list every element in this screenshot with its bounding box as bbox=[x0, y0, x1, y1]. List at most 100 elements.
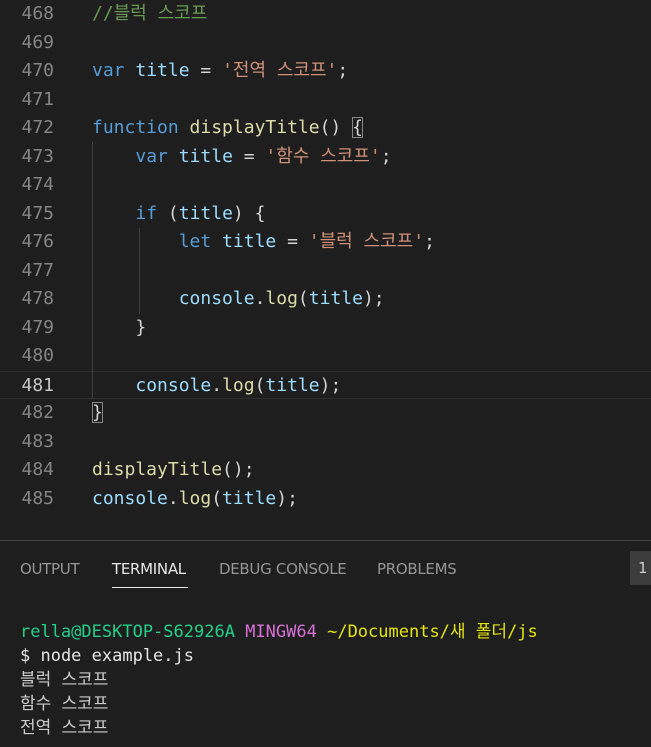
line-content: console.log(title); bbox=[92, 485, 298, 514]
line-number: 482 bbox=[21, 402, 54, 423]
tab-debug-console[interactable]: DEBUG CONSOLE bbox=[219, 560, 347, 578]
prompt-user: rella@DESKTOP-S62926A bbox=[20, 622, 235, 642]
bottom-panel: OUTPUT TERMINAL DEBUG CONSOLE PROBLEMS 1… bbox=[0, 540, 651, 747]
code-token: ); bbox=[276, 487, 298, 509]
code-token: = bbox=[232, 145, 266, 167]
code-token: //블럭 스코프 bbox=[92, 3, 208, 24]
code-line[interactable]: 471 bbox=[0, 86, 651, 115]
code-token: ); bbox=[319, 374, 342, 396]
code-token: ( bbox=[297, 288, 309, 309]
code-line[interactable]: 470 var title = '전역 스코프'; bbox=[0, 57, 651, 86]
line-number: 471 bbox=[21, 88, 54, 110]
line-content: //블럭 스코프 bbox=[92, 0, 207, 29]
line-number: 480 bbox=[21, 345, 54, 366]
line-number: 468 bbox=[21, 3, 54, 24]
line-content: } bbox=[92, 314, 146, 343]
code-token: . bbox=[211, 374, 223, 396]
line-content: console.log(title); bbox=[92, 285, 385, 314]
line-number: 479 bbox=[21, 316, 54, 338]
code-token: ; bbox=[424, 231, 435, 252]
code-token: title bbox=[308, 288, 363, 309]
code-token: console bbox=[178, 288, 255, 309]
line-number: 485 bbox=[21, 487, 54, 509]
code-token: = bbox=[189, 60, 223, 81]
code-token: let bbox=[178, 231, 212, 252]
line-number: 481 bbox=[21, 374, 54, 396]
code-token: title bbox=[135, 60, 190, 81]
code-line[interactable]: 484 displayTitle(); bbox=[0, 456, 651, 485]
prompt-env: MINGW64 bbox=[245, 622, 317, 642]
terminal-prompt: rella@DESKTOP-S62926A MINGW64 ~/Document… bbox=[20, 620, 538, 644]
code-line[interactable]: 477 bbox=[0, 257, 651, 286]
line-number: 476 bbox=[21, 231, 54, 252]
code-token: console bbox=[92, 487, 168, 509]
code-token: '블럭 스코프' bbox=[308, 231, 425, 252]
code-token: () bbox=[319, 117, 353, 138]
matched-bracket: { bbox=[352, 117, 363, 138]
code-token: log bbox=[178, 487, 212, 509]
code-line[interactable]: 483 bbox=[0, 428, 651, 457]
tab-output[interactable]: OUTPUT bbox=[20, 560, 80, 578]
tab-problems[interactable]: PROBLEMS bbox=[377, 560, 457, 578]
code-token: '함수 스코프' bbox=[265, 145, 381, 167]
prompt-path: ~/Documents/새 폴더/js bbox=[327, 622, 538, 642]
code-line[interactable]: 474 bbox=[0, 171, 651, 200]
code-line[interactable]: 480 bbox=[0, 342, 651, 371]
code-token: (); bbox=[222, 459, 255, 480]
matched-bracket: } bbox=[92, 402, 103, 423]
indent-guide bbox=[92, 142, 93, 399]
code-token: = bbox=[276, 231, 309, 252]
code-token: ( bbox=[157, 202, 179, 224]
code-line[interactable]: 476 let title = '블럭 스코프'; bbox=[0, 228, 651, 257]
line-number: 477 bbox=[21, 259, 54, 281]
line-number: 472 bbox=[21, 117, 54, 138]
code-token: ) { bbox=[232, 202, 266, 224]
code-line[interactable]: 468 //블럭 스코프 bbox=[0, 0, 651, 29]
active-tab-indicator bbox=[112, 587, 188, 588]
code-token: log bbox=[265, 288, 298, 309]
code-token: var bbox=[135, 145, 168, 167]
code-token: title bbox=[222, 487, 277, 509]
terminal-output-line: 함수 스코프 bbox=[20, 694, 109, 714]
code-token: console bbox=[135, 374, 212, 396]
code-line[interactable]: 481 console.log(title); bbox=[0, 370, 651, 401]
line-content: displayTitle(); bbox=[92, 456, 255, 485]
code-line[interactable]: 472 function displayTitle() { bbox=[0, 114, 651, 143]
code-token: title bbox=[222, 231, 277, 252]
code-token: displayTitle bbox=[92, 459, 223, 480]
indent-guide bbox=[139, 228, 140, 314]
terminal-selector[interactable]: 1 bbox=[630, 551, 651, 585]
code-line[interactable]: 469 bbox=[0, 29, 651, 58]
line-number: 470 bbox=[21, 60, 54, 81]
code-token: var bbox=[92, 60, 125, 81]
code-line[interactable]: 475 if (title) { bbox=[0, 200, 651, 229]
code-token: title bbox=[178, 145, 233, 167]
code-token: } bbox=[92, 316, 147, 338]
code-line[interactable]: 485 console.log(title); bbox=[0, 485, 651, 514]
code-line[interactable]: 482} bbox=[0, 399, 651, 428]
terminal-output-line: 블럭 스코프 bbox=[20, 670, 109, 690]
code-token: title bbox=[265, 374, 320, 396]
code-line[interactable]: 478 console.log(title); bbox=[0, 285, 651, 314]
tab-terminal[interactable]: TERMINAL bbox=[112, 560, 186, 578]
line-number: 474 bbox=[21, 174, 54, 195]
line-content: var title = '전역 스코프'; bbox=[92, 57, 348, 86]
code-token: ; bbox=[380, 145, 392, 167]
code-token: ( bbox=[211, 487, 223, 509]
code-token: ); bbox=[362, 288, 385, 309]
line-content: var title = '함수 스코프'; bbox=[92, 143, 392, 172]
code-line[interactable]: 479 } bbox=[0, 314, 651, 343]
code-line[interactable]: 473 var title = '함수 스코프'; bbox=[0, 143, 651, 172]
code-token: title bbox=[178, 202, 233, 224]
code-token: function bbox=[92, 117, 179, 138]
code-token: log bbox=[222, 374, 255, 396]
code-token: . bbox=[254, 288, 266, 309]
line-content: console.log(title); bbox=[92, 372, 341, 401]
code-editor[interactable]: 468//블럭 스코프 469 470 var title = '전역 스코프'; 47… bbox=[0, 0, 651, 540]
